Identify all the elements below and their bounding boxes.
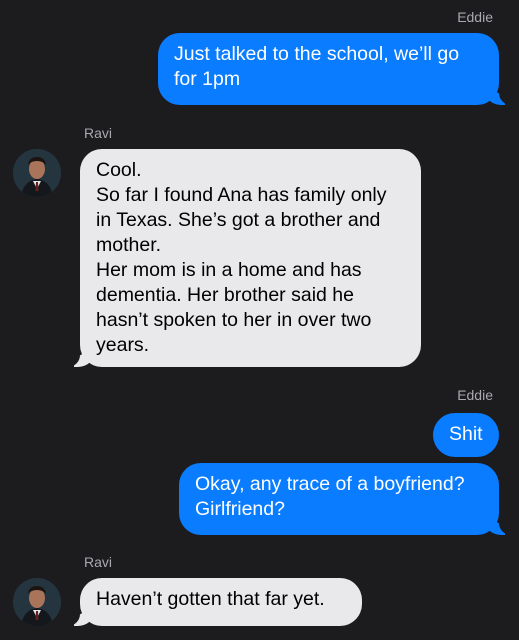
avatar-photo-icon [13,149,61,197]
outgoing-message-bubble[interactable]: Just talked to the school, we’ll go for … [158,33,511,105]
ravi-avatar[interactable] [13,149,61,197]
ravi-avatar[interactable] [13,578,61,626]
sender-label-ravi: Ravi [84,125,113,141]
outgoing-message-bubble[interactable]: Okay, any trace of a boyfriend? Girlfrie… [179,463,511,535]
avatar-photo-icon [13,578,61,626]
incoming-message-bubble[interactable]: Haven’t gotten that far yet. [68,578,362,626]
sender-label-eddie: Eddie [457,9,493,25]
sender-label-ravi: Ravi [84,554,113,570]
incoming-message-bubble[interactable]: Cool. So far I found Ana has family only… [68,149,421,367]
sender-label-eddie: Eddie [457,387,493,403]
outgoing-message-bubble[interactable]: Shit [433,413,499,457]
